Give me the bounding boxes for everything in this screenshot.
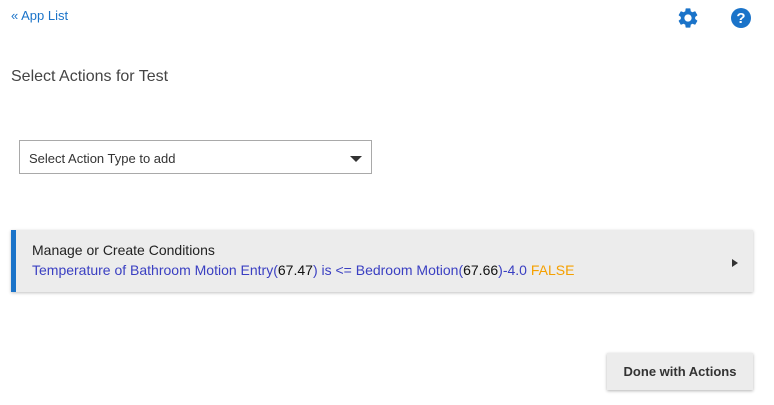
condition-text-part: Temperature of Bathroom Motion Entry(	[32, 262, 278, 278]
condition-summary: Temperature of Bathroom Motion Entry(67.…	[32, 262, 574, 278]
caret-down-icon	[350, 156, 362, 162]
app-list-link[interactable]: « App List	[11, 8, 68, 23]
action-type-select[interactable]: Select Action Type to add	[19, 140, 372, 174]
panel-title: Manage or Create Conditions	[32, 242, 215, 258]
page-title: Select Actions for Test	[11, 68, 169, 85]
condition-text-part: )-4.0	[498, 262, 531, 278]
question-circle-icon: ?	[731, 8, 751, 28]
condition-value: 67.47	[277, 262, 313, 278]
svg-text:?: ?	[736, 10, 745, 27]
help-button[interactable]: ?	[729, 6, 753, 30]
expand-arrow-icon	[732, 259, 738, 267]
action-type-select-value: Select Action Type to add	[29, 151, 176, 166]
condition-result: FALSE	[530, 262, 575, 278]
done-with-actions-button[interactable]: Done with Actions	[607, 353, 753, 390]
gear-icon	[678, 8, 698, 28]
settings-button[interactable]	[676, 6, 700, 30]
condition-value: 67.66	[463, 262, 499, 278]
condition-text-part: ) is <= Bedroom Motion(	[312, 262, 464, 278]
manage-conditions-panel[interactable]: Manage or Create Conditions Temperature …	[11, 230, 753, 292]
